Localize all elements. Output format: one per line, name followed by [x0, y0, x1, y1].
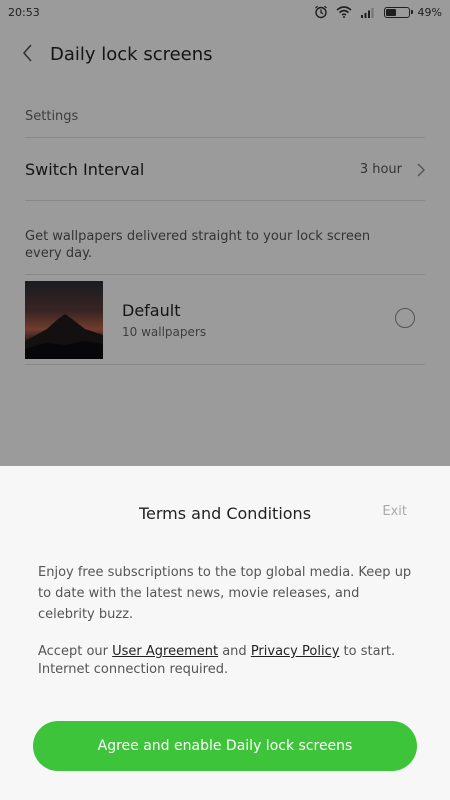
user-agreement-link[interactable]: User Agreement — [112, 644, 218, 659]
accept-text: Accept our User Agreement and Privacy Po… — [38, 643, 418, 679]
terms-bottom-sheet: Terms and Conditions Exit Enjoy free sub… — [0, 466, 450, 800]
accept-and: and — [218, 644, 251, 659]
privacy-policy-link[interactable]: Privacy Policy — [251, 644, 340, 659]
sheet-body-text: Enjoy free subscriptions to the top glob… — [38, 565, 412, 622]
exit-button[interactable]: Exit — [382, 504, 407, 519]
agree-enable-button[interactable]: Agree and enable Daily lock screens — [33, 721, 417, 771]
accept-prefix: Accept our — [38, 644, 113, 659]
